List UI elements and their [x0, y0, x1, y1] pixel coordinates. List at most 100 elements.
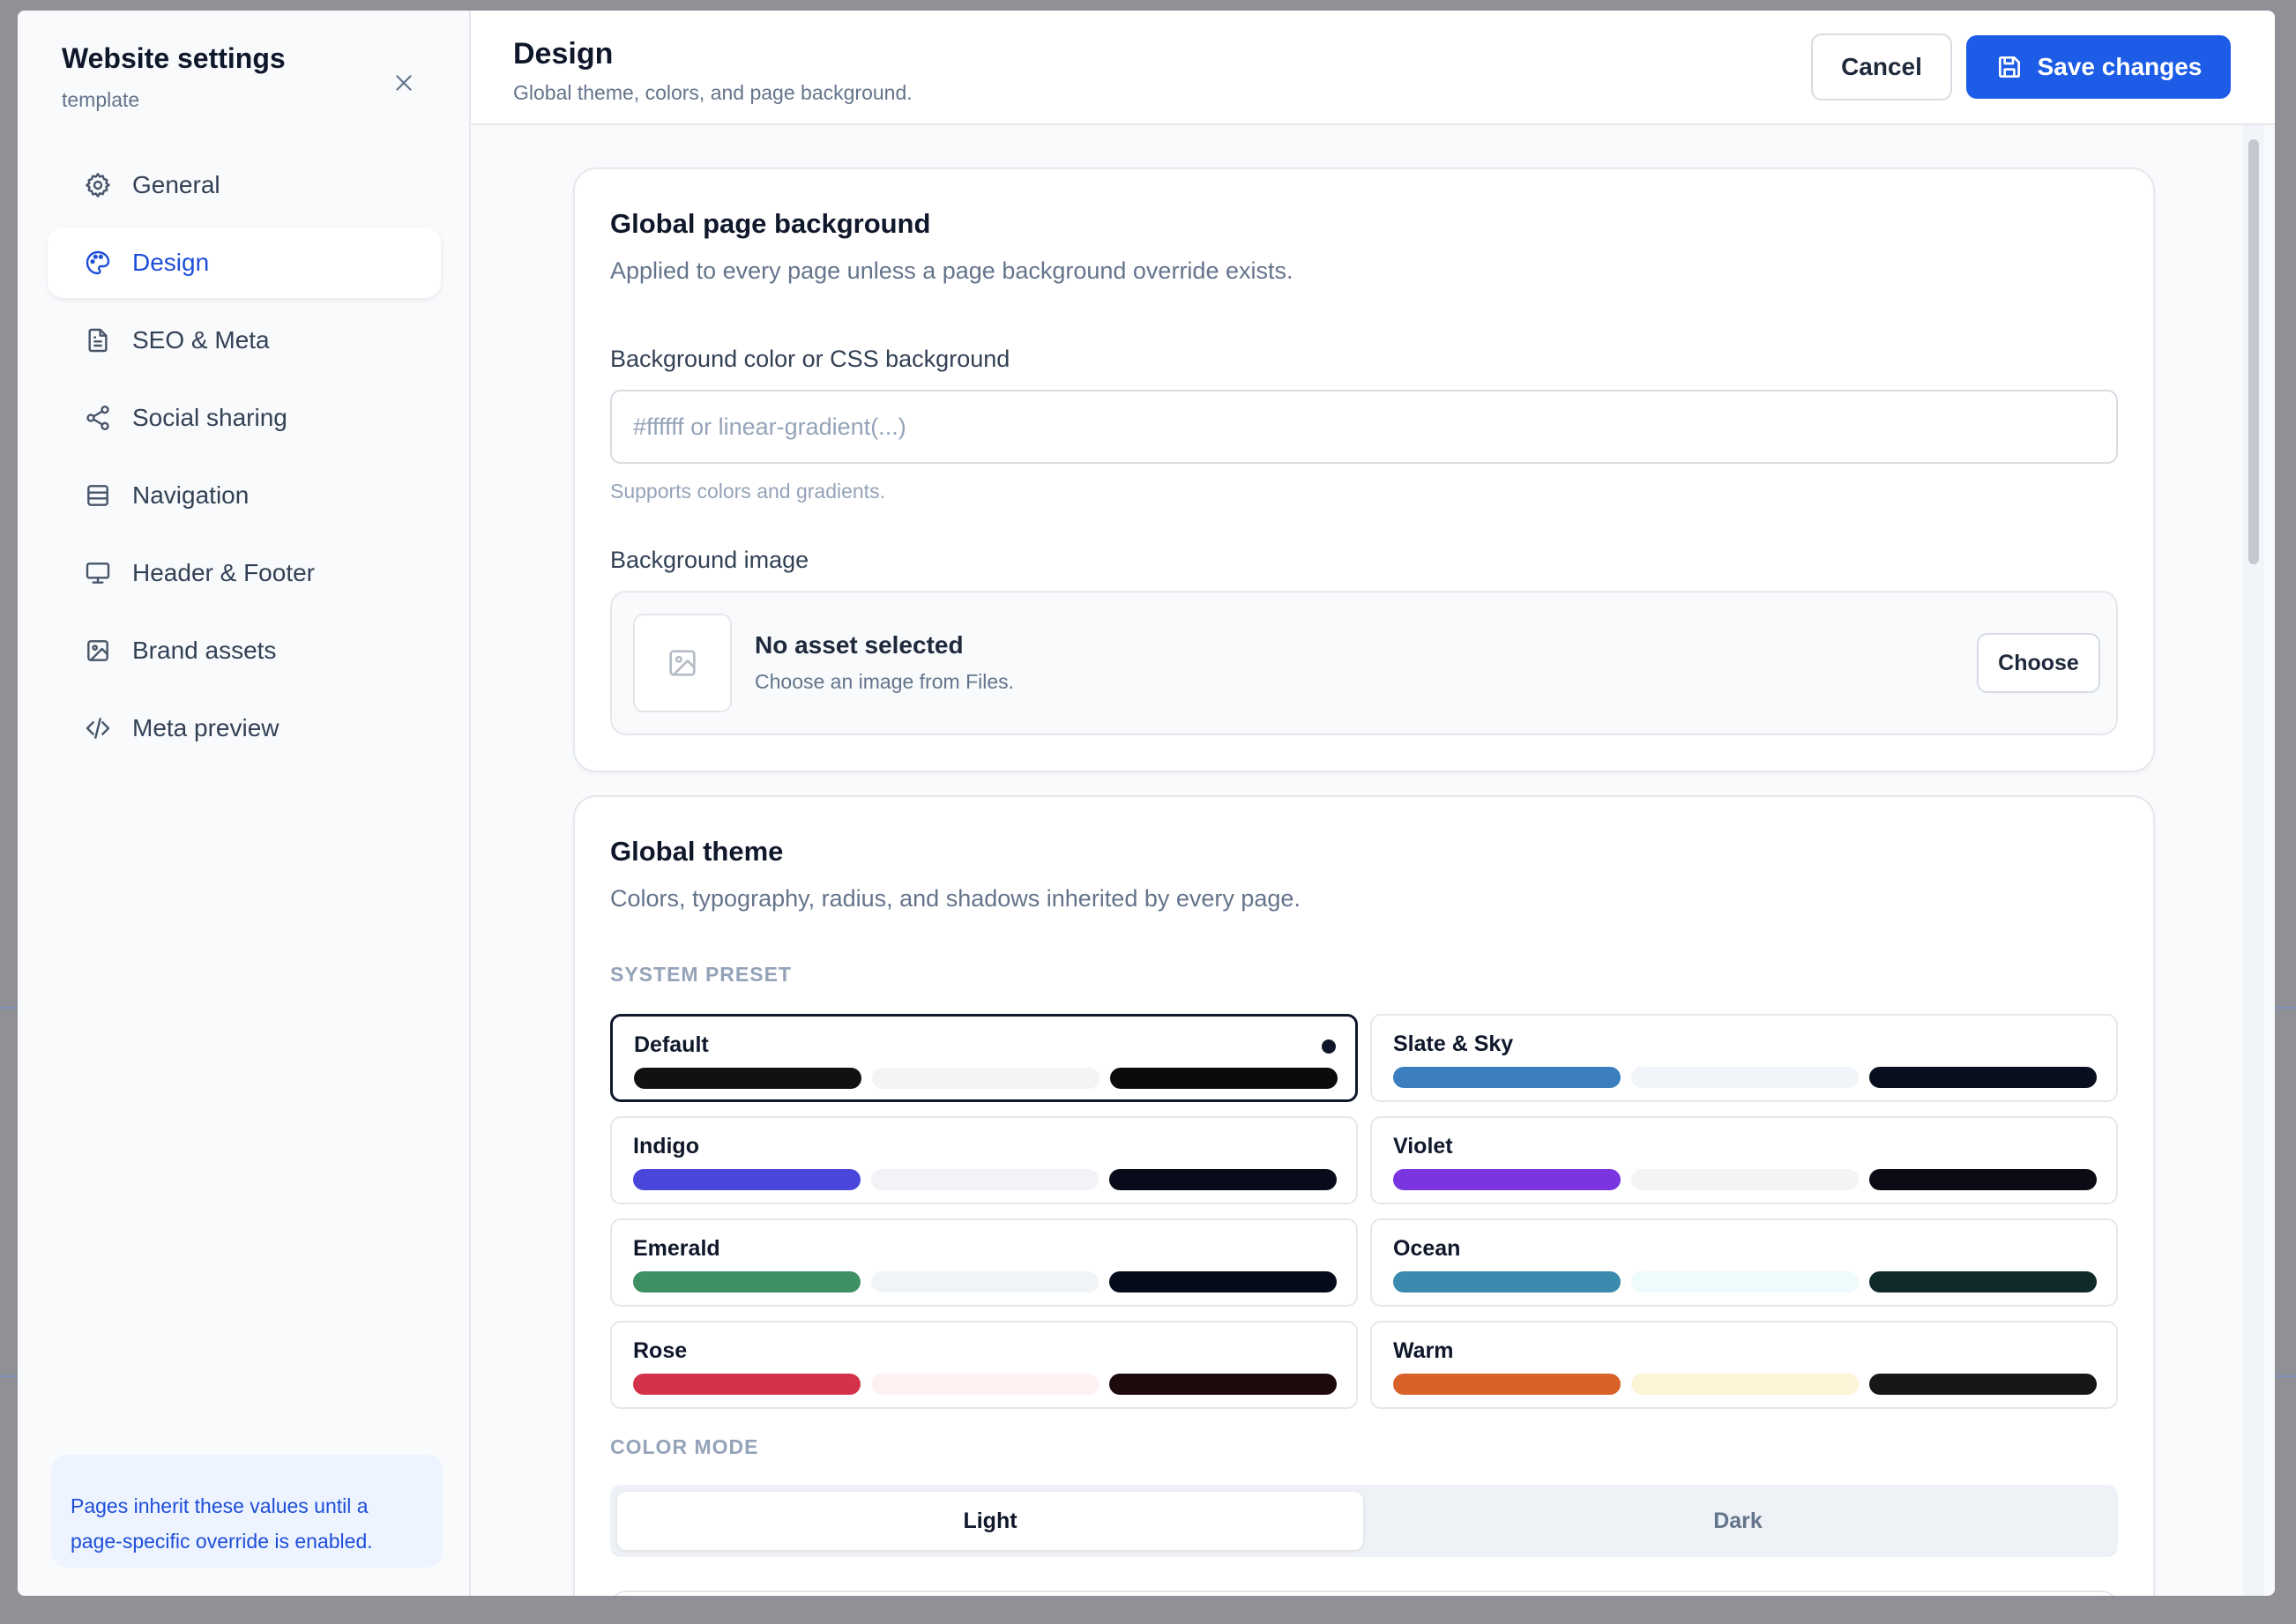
- palette-icon: [83, 248, 113, 278]
- scrollbar-thumb[interactable]: [2248, 139, 2259, 564]
- settings-main: Design Global theme, colors, and page ba…: [471, 11, 2275, 1596]
- sidebar-item-navigation[interactable]: Navigation: [48, 460, 441, 531]
- preset-swatch-surface: [872, 1068, 1100, 1089]
- preset-swatch-text: [1109, 1271, 1337, 1292]
- global-background-card: Global page background Applied to every …: [573, 168, 2155, 772]
- settings-nav: General Design SEO & Meta Social sharing: [48, 150, 441, 771]
- sidebar-item-label: Meta preview: [132, 714, 280, 741]
- preset-swatch-surface: [871, 1271, 1099, 1292]
- preset-swatch-text: [1109, 1169, 1337, 1190]
- backdrop-divider: [0, 1375, 18, 1377]
- system-preset-heading: SYSTEM PRESET: [610, 963, 792, 986]
- preset-swatch-text: [1869, 1271, 2097, 1292]
- close-icon: [396, 75, 412, 91]
- document-icon: [83, 325, 113, 355]
- backdrop-divider: [2275, 1007, 2296, 1009]
- color-mode-light[interactable]: Light: [617, 1492, 1363, 1550]
- preset-name: Indigo: [633, 1134, 699, 1158]
- sidebar-item-seo-meta[interactable]: SEO & Meta: [48, 305, 441, 376]
- sidebar-subtitle: template: [62, 88, 140, 111]
- preset-swatch-primary: [1393, 1067, 1621, 1088]
- preset-default[interactable]: Default: [610, 1014, 1358, 1102]
- background-color-help: Supports colors and gradients.: [610, 480, 885, 503]
- preset-swatch-primary: [634, 1068, 861, 1089]
- background-color-input[interactable]: [610, 390, 2118, 464]
- card-description: Applied to every page unless a page back…: [610, 257, 1293, 284]
- sidebar-title: Website settings: [62, 42, 286, 74]
- preset-name: Violet: [1393, 1134, 1453, 1158]
- backdrop-divider: [2275, 1375, 2296, 1377]
- preset-swatch-primary: [633, 1271, 861, 1292]
- preset-swatch-surface: [1631, 1067, 1859, 1088]
- inheritance-note: Pages inherit these values until a page-…: [51, 1455, 443, 1568]
- global-theme-card: Global theme Colors, typography, radius,…: [573, 795, 2155, 1596]
- preset-swatch-primary: [633, 1169, 861, 1190]
- preset-indigo[interactable]: Indigo: [610, 1116, 1358, 1204]
- close-button[interactable]: [384, 63, 423, 102]
- page-header: Design Global theme, colors, and page ba…: [471, 11, 2275, 125]
- next-section-edge: [610, 1590, 2118, 1596]
- asset-hint: Choose an image from Files.: [755, 670, 1015, 693]
- sidebar-item-meta-preview[interactable]: Meta preview: [48, 693, 441, 764]
- preset-swatch-primary: [633, 1374, 861, 1395]
- background-image-label: Background image: [610, 547, 809, 573]
- preset-name: Rose: [633, 1338, 688, 1363]
- sidebar-item-label: General: [132, 171, 220, 198]
- save-icon: [1998, 56, 2020, 78]
- preset-swatch-primary: [1393, 1271, 1621, 1292]
- page-title: Design: [513, 37, 614, 71]
- asset-thumbnail: [633, 614, 732, 712]
- sidebar-item-label: Social sharing: [132, 404, 287, 431]
- preset-name: Slate & Sky: [1393, 1032, 1514, 1056]
- backdrop-divider: [0, 1007, 18, 1009]
- preset-swatch-surface: [871, 1169, 1099, 1190]
- preset-warm[interactable]: Warm: [1370, 1321, 2118, 1409]
- image-placeholder-icon: [669, 650, 696, 676]
- background-image-picker: No asset selected Choose an image from F…: [610, 591, 2118, 735]
- sidebar-item-general[interactable]: General: [48, 150, 441, 220]
- color-mode-heading: COLOR MODE: [610, 1435, 759, 1458]
- settings-modal: Website settings template General Design: [18, 11, 2275, 1596]
- preset-ocean[interactable]: Ocean: [1370, 1218, 2118, 1307]
- preset-swatch-surface: [1631, 1169, 1859, 1190]
- card-description: Colors, typography, radius, and shadows …: [610, 885, 1301, 912]
- choose-image-button[interactable]: Choose: [1977, 633, 2100, 693]
- sidebar-item-header-footer[interactable]: Header & Footer: [48, 538, 441, 608]
- sidebar-item-brand-assets[interactable]: Brand assets: [48, 615, 441, 686]
- preset-swatch-text: [1869, 1374, 2097, 1395]
- preset-name: Emerald: [633, 1236, 720, 1261]
- page-subtitle: Global theme, colors, and page backgroun…: [513, 81, 913, 104]
- code-icon: [83, 713, 113, 743]
- layout-rows-icon: [83, 480, 113, 510]
- preset-emerald[interactable]: Emerald: [610, 1218, 1358, 1307]
- sidebar-item-design[interactable]: Design: [48, 227, 441, 298]
- preset-swatch-surface: [871, 1374, 1099, 1395]
- preset-swatch-surface: [1631, 1271, 1859, 1292]
- share-icon: [83, 403, 113, 433]
- preset-name: Ocean: [1393, 1236, 1461, 1261]
- preset-name: Default: [634, 1032, 709, 1057]
- sidebar-item-label: Navigation: [132, 481, 250, 509]
- preset-rose[interactable]: Rose: [610, 1321, 1358, 1409]
- sidebar-item-label: SEO & Meta: [132, 326, 270, 354]
- sidebar-item-label: Header & Footer: [132, 559, 315, 586]
- card-title: Global page background: [610, 208, 931, 239]
- cancel-button[interactable]: Cancel: [1811, 34, 1952, 101]
- preset-slate-sky[interactable]: Slate & Sky: [1370, 1014, 2118, 1102]
- background-color-label: Background color or CSS background: [610, 346, 1010, 372]
- sidebar-item-social-sharing[interactable]: Social sharing: [48, 383, 441, 453]
- gear-icon: [83, 170, 113, 200]
- preset-swatch-primary: [1393, 1374, 1621, 1395]
- preset-swatch-text: [1869, 1169, 2097, 1190]
- color-mode-dark[interactable]: Dark: [1365, 1492, 2111, 1550]
- monitor-icon: [83, 558, 113, 588]
- image-icon: [83, 636, 113, 666]
- preset-swatch-text: [1110, 1068, 1338, 1089]
- sidebar-item-label: Brand assets: [132, 637, 277, 664]
- preset-swatch-text: [1869, 1067, 2097, 1088]
- preset-violet[interactable]: Violet: [1370, 1116, 2118, 1204]
- selected-dot-icon: [1322, 1039, 1336, 1054]
- card-title: Global theme: [610, 836, 784, 867]
- save-changes-button[interactable]: Save changes: [1966, 35, 2231, 99]
- color-mode-toggle: Light Dark: [610, 1485, 2118, 1557]
